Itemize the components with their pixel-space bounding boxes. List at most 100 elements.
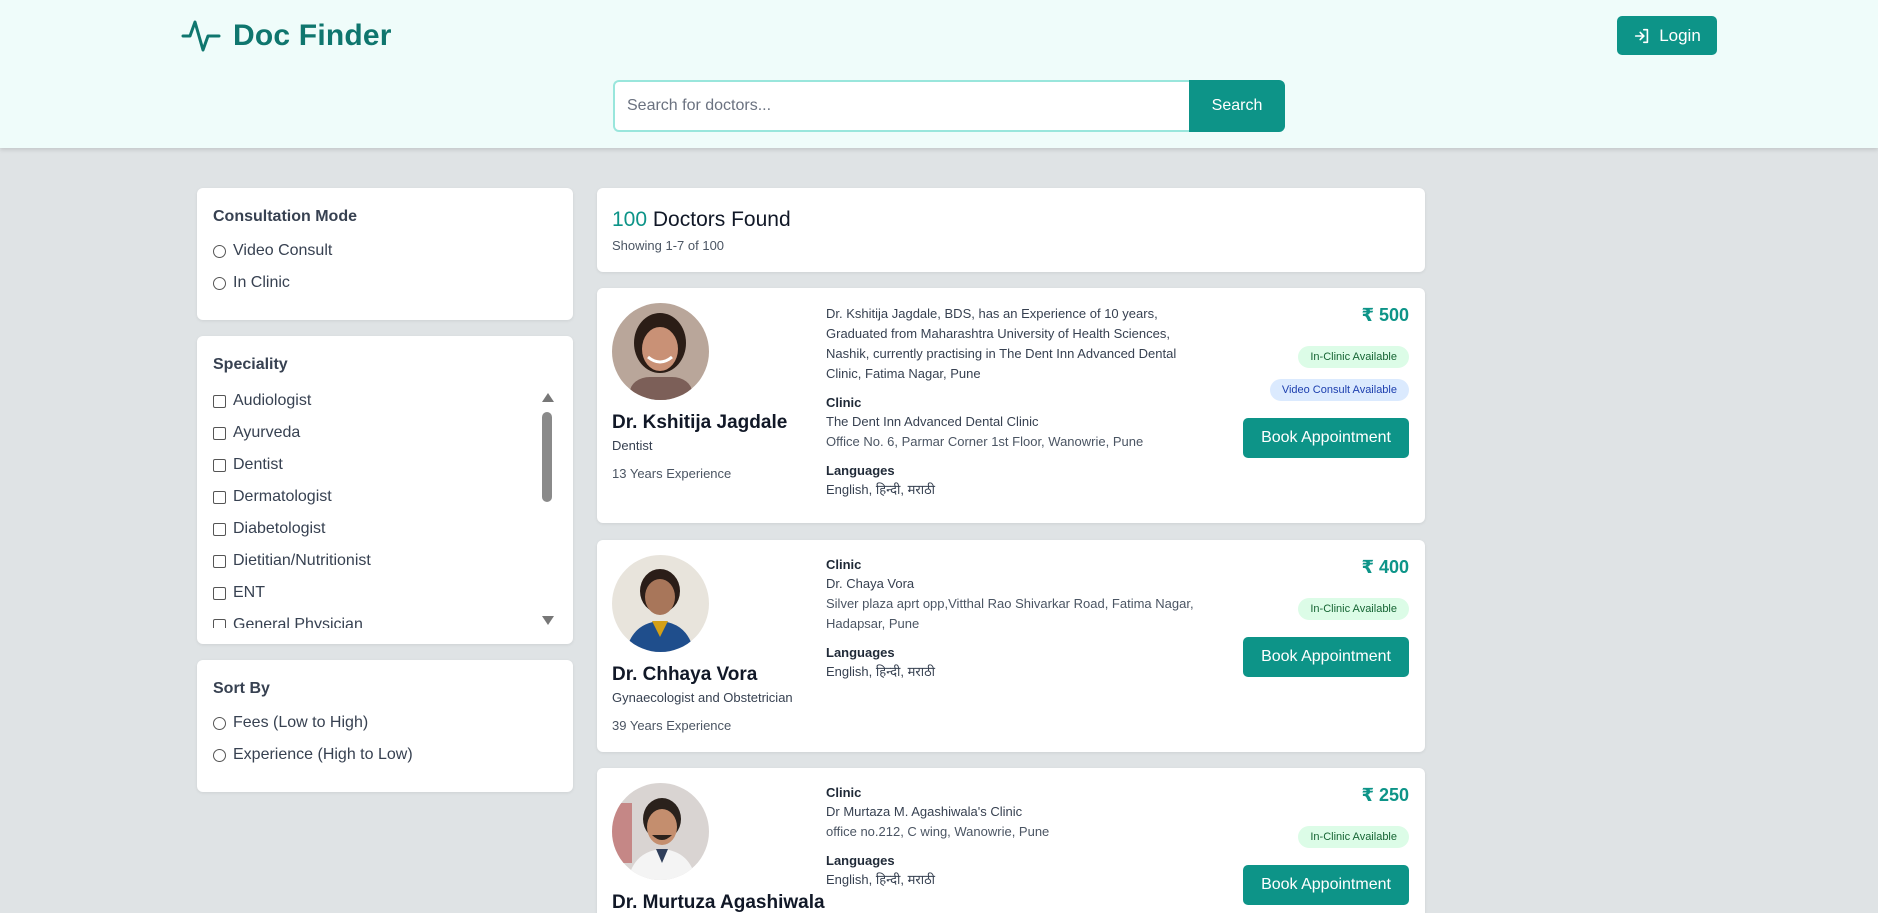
clinic-address: office no.212, C wing, Wanowrie, Pune	[826, 824, 1050, 839]
brand-name: Doc Finder	[233, 19, 392, 52]
clinic-label: Clinic	[826, 785, 862, 800]
doctor-experience: 13 Years Experience	[612, 466, 732, 481]
sort-experience-high-low[interactable]: Experience (High to Low)	[213, 746, 413, 764]
option-label: Diabetologist	[233, 520, 326, 537]
results-summary: 100 Doctors Found Showing 1-7 of 100	[597, 188, 1425, 272]
search-button[interactable]: Search	[1189, 80, 1285, 132]
option-label: General Physician	[233, 616, 363, 628]
consultation-fee: ₹ 250	[1361, 785, 1409, 805]
clinic-label: Clinic	[826, 557, 862, 572]
sort-by-panel: Sort By Fees (Low to High) Experience (H…	[197, 660, 573, 792]
radio-button[interactable]	[213, 748, 226, 762]
option-label: Experience (High to Low)	[233, 746, 413, 763]
heartbeat-pulse-icon	[181, 20, 221, 52]
doctor-speciality: Gynaecologist and Obstetrician	[612, 690, 793, 705]
book-appointment-button[interactable]: Book Appointment	[1243, 418, 1409, 458]
top-header: Doc Finder Login Search	[0, 0, 1878, 148]
in-clinic-badge: In-Clinic Available	[1298, 346, 1409, 368]
radio-button[interactable]	[213, 276, 226, 290]
languages-label: Languages	[826, 463, 895, 478]
search-bar: Search	[613, 80, 1285, 132]
video-consult-badge: Video Consult Available	[1269, 379, 1409, 401]
doctor-avatar	[612, 783, 709, 880]
speciality-panel: Speciality Audiologist Ayurveda Dentist …	[197, 336, 573, 644]
sort-fees-low-high[interactable]: Fees (Low to High)	[213, 714, 368, 732]
search-input[interactable]	[613, 80, 1189, 132]
speciality-title: Speciality	[213, 356, 288, 373]
option-label: Dermatologist	[233, 488, 332, 505]
clinic-address: Silver plaza aprt opp,Vitthal Rao Shivar…	[826, 596, 1194, 631]
scroll-down-arrow-icon[interactable]	[542, 616, 554, 625]
scroll-up-arrow-icon[interactable]	[542, 393, 554, 402]
speciality-list[interactable]: Audiologist Ayurveda Dentist Dermatologi…	[197, 388, 573, 628]
consultation-fee: ₹ 500	[1361, 305, 1409, 325]
doctor-name[interactable]: Dr. Chhaya Vora	[612, 664, 757, 686]
consultation-fee: ₹ 400	[1361, 557, 1409, 577]
doctor-card: Dr. Kshitija Jagdale Dentist 13 Years Ex…	[597, 288, 1425, 523]
in-clinic-badge: In-Clinic Available	[1298, 826, 1409, 848]
option-label: Ayurveda	[233, 424, 301, 441]
speciality-option[interactable]: Dentist	[213, 456, 283, 474]
clinic-address: Office No. 6, Parmar Corner 1st Floor, W…	[826, 434, 1144, 449]
book-appointment-button[interactable]: Book Appointment	[1243, 637, 1409, 677]
clinic-label: Clinic	[826, 395, 862, 410]
option-label: ENT	[233, 584, 265, 601]
speciality-option[interactable]: Dietitian/Nutritionist	[213, 552, 371, 570]
checkbox[interactable]	[213, 586, 226, 600]
checkbox[interactable]	[213, 618, 226, 628]
speciality-option[interactable]: Dermatologist	[213, 488, 332, 506]
doctor-details: Clinic Dr. Chaya Vora Silver plaza aprt …	[826, 556, 1206, 682]
checkbox[interactable]	[213, 522, 226, 536]
checkbox[interactable]	[213, 554, 226, 568]
doctor-name[interactable]: Dr. Murtuza Agashiwala	[612, 892, 825, 913]
speciality-option[interactable]: Audiologist	[213, 392, 311, 410]
consultation-mode-title: Consultation Mode	[213, 208, 357, 225]
doctor-avatar	[612, 555, 709, 652]
option-label: Fees (Low to High)	[233, 714, 369, 731]
doctor-card: Dr. Chhaya Vora Gynaecologist and Obstet…	[597, 540, 1425, 752]
filter-in-clinic[interactable]: In Clinic	[213, 274, 290, 292]
doctor-speciality: Dentist	[612, 438, 653, 453]
checkbox[interactable]	[213, 426, 226, 440]
radio-button[interactable]	[213, 244, 226, 258]
languages-label: Languages	[826, 645, 895, 660]
consultation-mode-panel: Consultation Mode Video Consult In Clini…	[197, 188, 573, 320]
option-label: Audiologist	[233, 392, 312, 409]
option-label: In Clinic	[233, 274, 290, 291]
speciality-option[interactable]: Ayurveda	[213, 424, 300, 442]
doctor-avatar	[612, 303, 709, 400]
results-count: 100 Doctors Found	[612, 208, 791, 232]
login-label: Login	[1659, 25, 1701, 45]
doctor-description: Dr. Kshitija Jagdale, BDS, has an Experi…	[826, 306, 1177, 381]
speciality-option[interactable]: General Physician	[213, 616, 363, 628]
checkbox[interactable]	[213, 490, 226, 504]
filter-video-consult[interactable]: Video Consult	[213, 242, 332, 260]
checkbox[interactable]	[213, 458, 226, 472]
clinic-name: The Dent Inn Advanced Dental Clinic	[826, 414, 1039, 429]
doctor-name[interactable]: Dr. Kshitija Jagdale	[612, 412, 787, 434]
in-clinic-badge: In-Clinic Available	[1298, 598, 1409, 620]
option-label: Dietitian/Nutritionist	[233, 552, 371, 569]
results-count-label: Doctors Found	[652, 208, 791, 231]
brand-logo[interactable]: Doc Finder	[181, 16, 392, 56]
doctor-experience: 39 Years Experience	[612, 718, 732, 733]
checkbox[interactable]	[213, 394, 226, 408]
clinic-name: Dr. Chaya Vora	[826, 576, 915, 591]
doctor-languages: English, हिन्दी, मराठी	[826, 664, 936, 679]
doctor-details: Dr. Kshitija Jagdale, BDS, has an Experi…	[826, 304, 1206, 500]
doctor-card: Dr. Murtuza Agashiwala Clinic Dr Murtaza…	[597, 768, 1425, 913]
scroll-thumb[interactable]	[542, 412, 552, 502]
login-button[interactable]: Login	[1617, 16, 1717, 55]
doctor-languages: English, हिन्दी, मराठी	[826, 872, 936, 887]
speciality-scrollbar[interactable]	[540, 393, 554, 625]
radio-button[interactable]	[213, 716, 226, 730]
login-arrow-icon	[1635, 28, 1649, 43]
doctor-languages: English, हिन्दी, मराठी	[826, 482, 936, 497]
speciality-option[interactable]: ENT	[213, 584, 265, 602]
book-appointment-button[interactable]: Book Appointment	[1243, 865, 1409, 905]
results-count-number: 100	[612, 208, 648, 231]
speciality-option[interactable]: Diabetologist	[213, 520, 326, 538]
doctor-details: Clinic Dr Murtaza M. Agashiwala's Clinic…	[826, 784, 1206, 890]
sort-by-title: Sort By	[213, 680, 270, 697]
clinic-name: Dr Murtaza M. Agashiwala's Clinic	[826, 804, 1023, 819]
